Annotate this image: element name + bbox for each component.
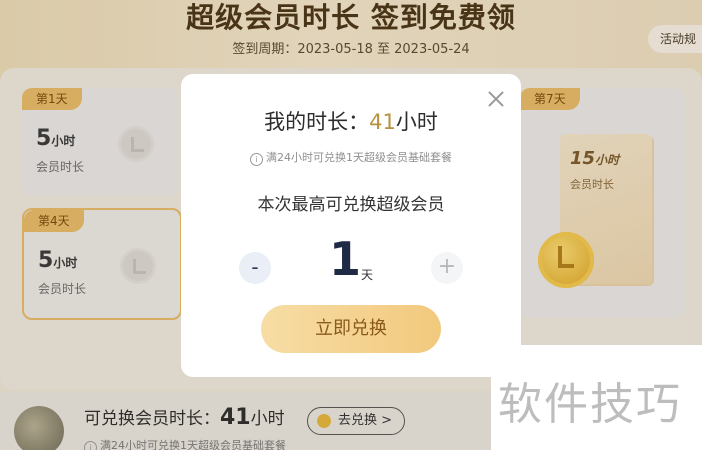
increment-button[interactable]: +	[431, 252, 463, 284]
dialog-subtitle: 本次最高可兑换超级会员	[257, 195, 445, 215]
redeem-dialog: 我的时长：41小时 i 满24小时可兑换1天超级会员基础套餐 本次最高可兑换超级会…	[181, 74, 521, 377]
decrement-button[interactable]: -	[239, 252, 271, 284]
days-value: 1	[329, 232, 362, 286]
watermark: 软件技巧	[498, 379, 682, 430]
dialog-note: i 满24小时可兑换1天超级会员基础套餐	[181, 149, 521, 166]
redeem-now-button[interactable]: 立即兑换	[261, 305, 441, 353]
days-unit: 天	[361, 268, 374, 282]
page: 超级会员时长 签到免费领 签到周期：2023-05-18 至 2023-05-2…	[0, 0, 702, 450]
info-icon: i	[250, 153, 263, 166]
dialog-title: 我的时长：41小时	[264, 110, 438, 134]
